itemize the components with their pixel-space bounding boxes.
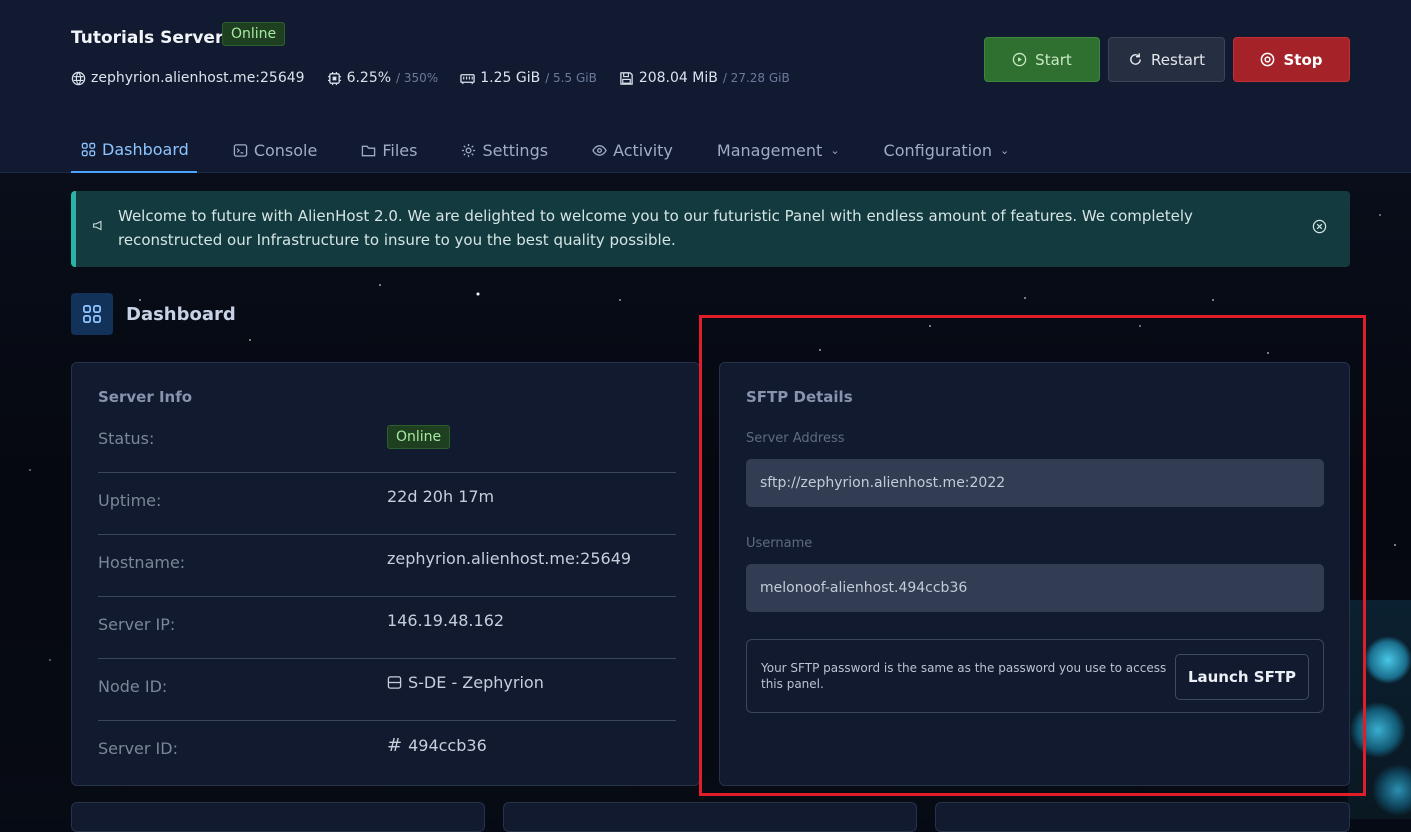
info-row-uptime: Uptime: 22d 20h 17m — [98, 473, 676, 535]
hash-icon: # — [387, 735, 403, 756]
alert-message: Welcome to future with AlienHost 2.0. We… — [118, 207, 1193, 249]
bottom-card — [935, 802, 1350, 832]
grid-icon — [81, 142, 96, 157]
status-badge: Online — [387, 425, 451, 449]
tab-label: Activity — [613, 141, 673, 160]
info-row-server-ip: Server IP: 146.19.48.162 — [98, 597, 676, 659]
server-stats: zephyrion.alienhost.me:25649 6.25% / 350… — [71, 70, 790, 86]
tab-label: Configuration — [883, 141, 993, 160]
info-value: # 494ccb36 — [387, 735, 487, 756]
info-value: S-DE - Zephyrion — [387, 673, 544, 692]
start-label: Start — [1035, 50, 1072, 69]
tab-dashboard[interactable]: Dashboard — [71, 128, 197, 173]
highlight-box — [699, 315, 1366, 796]
bottom-card — [503, 802, 917, 832]
card-title: Server Info — [98, 388, 193, 406]
restart-label: Restart — [1151, 50, 1205, 69]
memory-usage: 1.25 GiB — [480, 70, 541, 86]
megaphone-icon — [93, 220, 102, 231]
info-label: Hostname: — [98, 553, 186, 572]
refresh-icon — [1130, 53, 1141, 65]
tab-settings[interactable]: Settings — [461, 128, 556, 173]
node-id-value: S-DE - Zephyrion — [408, 673, 544, 692]
tab-label: Settings — [482, 141, 549, 160]
dashboard-title-icon — [71, 293, 113, 335]
server-icon — [387, 676, 402, 689]
info-label: Node ID: — [98, 677, 168, 696]
page-title: Dashboard — [126, 304, 236, 325]
cpu-stat: 6.25% / 350% — [327, 70, 439, 86]
info-label: Uptime: — [98, 491, 162, 510]
tab-console[interactable]: Console — [233, 128, 326, 173]
tab-label: Console — [253, 141, 318, 160]
bottom-card — [71, 802, 485, 832]
memory-stat: 1.25 GiB / 5.5 GiB — [460, 70, 597, 86]
info-value: zephyrion.alienhost.me:25649 — [387, 549, 632, 568]
tab-files[interactable]: Files — [361, 128, 425, 173]
server-id-value: 494ccb36 — [408, 736, 487, 755]
info-value: 22d 20h 17m — [387, 487, 495, 506]
disk-stat: 208.04 MiB / 27.28 GiB — [619, 70, 790, 86]
grid-icon — [83, 305, 101, 323]
info-value: Online — [387, 425, 451, 449]
info-row-status: Status: Online — [98, 411, 676, 473]
server-title: Tutorials Server — [71, 28, 224, 48]
terminal-icon — [233, 144, 248, 157]
tab-label: Dashboard — [102, 140, 189, 159]
disk-usage: 208.04 MiB — [638, 70, 718, 86]
tab-management[interactable]: Management ⌄ — [717, 128, 848, 173]
info-label: Server ID: — [98, 739, 178, 758]
chevron-down-icon: ⌄ — [1000, 144, 1010, 157]
restart-button[interactable]: Restart — [1108, 37, 1225, 82]
address-stat: zephyrion.alienhost.me:25649 — [71, 70, 305, 86]
info-label: Status: — [98, 429, 155, 448]
server-info-card: Server Info Status: Online Uptime: 22d 2… — [71, 362, 700, 786]
close-icon[interactable] — [1312, 219, 1327, 234]
play-circle-icon — [1012, 52, 1027, 67]
stop-button[interactable]: Stop — [1233, 37, 1350, 82]
gear-icon — [462, 143, 476, 158]
server-header: Tutorials Server Online zephyrion.alienh… — [0, 0, 1411, 173]
folder-icon — [362, 145, 376, 157]
stop-label: Stop — [1283, 50, 1323, 69]
tab-label: Files — [382, 141, 418, 160]
start-button[interactable]: Start — [984, 37, 1100, 82]
stop-circle-icon — [1261, 52, 1275, 67]
tab-label: Management — [716, 141, 823, 160]
nav-tabs: Dashboard Console Files Settings Activit… — [71, 128, 1053, 173]
cpu-usage: 6.25% — [346, 70, 392, 86]
globe-icon — [71, 71, 86, 85]
tab-activity[interactable]: Activity — [592, 128, 681, 173]
info-row-node-id: Node ID: S-DE - Zephyrion — [98, 659, 676, 721]
info-label: Server IP: — [98, 615, 176, 634]
save-disk-icon — [620, 71, 633, 85]
memory-icon — [460, 73, 475, 84]
info-row-hostname: Hostname: zephyrion.alienhost.me:25649 — [98, 535, 676, 597]
disk-limit: / 27.28 GiB — [722, 71, 790, 85]
eye-icon — [592, 145, 607, 156]
info-value: 146.19.48.162 — [387, 611, 505, 630]
memory-limit: / 5.5 GiB — [545, 71, 597, 85]
status-badge: Online — [222, 22, 286, 46]
tab-configuration[interactable]: Configuration ⌄ — [884, 128, 1018, 173]
cpu-icon — [327, 71, 341, 85]
server-address: zephyrion.alienhost.me:25649 — [91, 70, 305, 86]
cpu-limit: / 350% — [396, 71, 439, 85]
chevron-down-icon: ⌄ — [830, 144, 840, 157]
announcement-alert: Welcome to future with AlienHost 2.0. We… — [71, 191, 1350, 267]
info-row-server-id: Server ID: # 494ccb36 — [98, 721, 676, 783]
